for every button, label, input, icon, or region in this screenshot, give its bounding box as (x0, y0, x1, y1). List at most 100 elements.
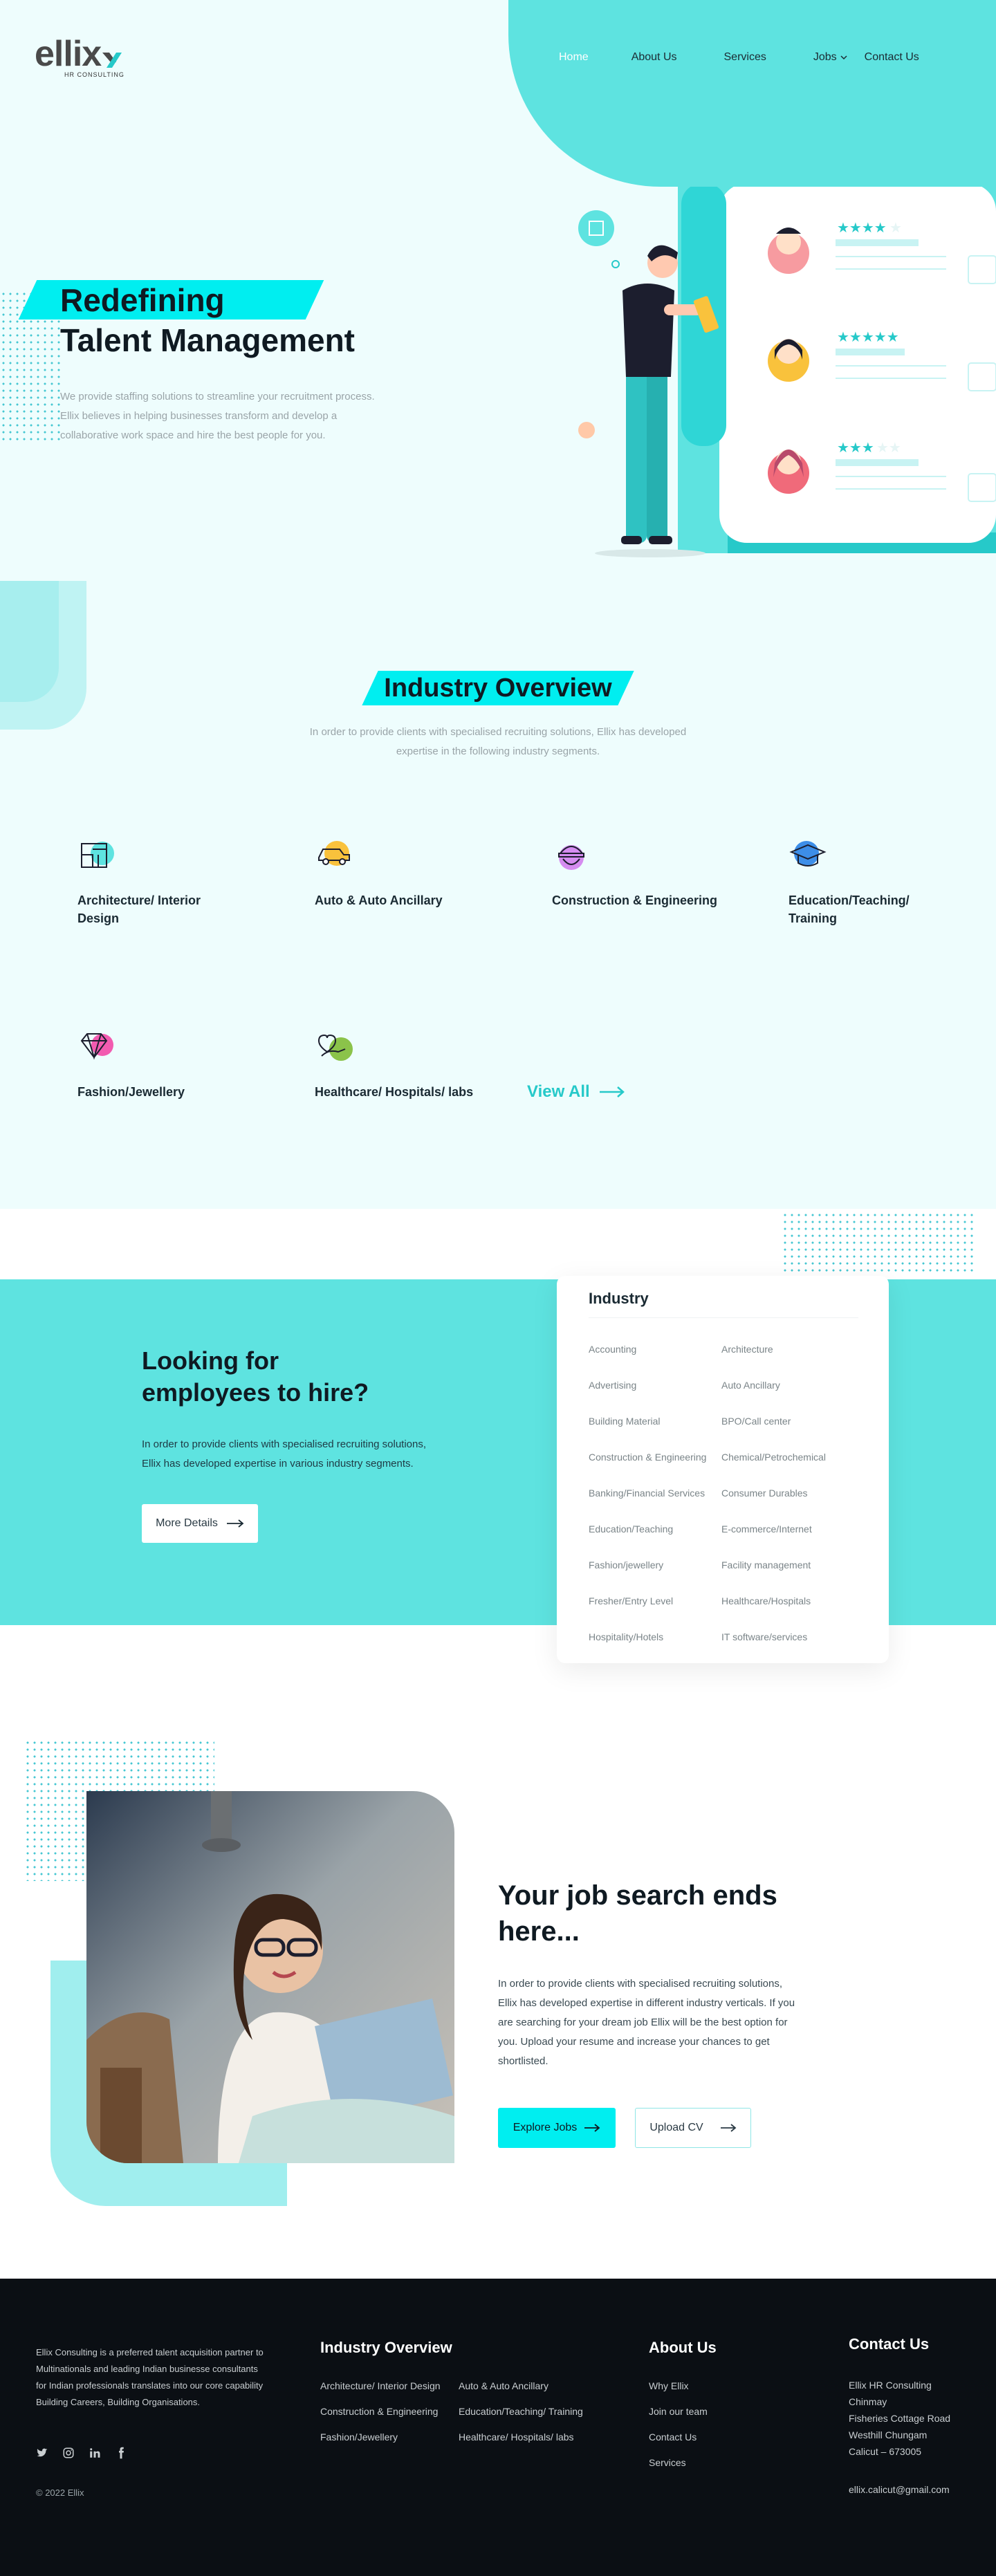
graduation-cap-icon (789, 841, 827, 867)
industry-card-item[interactable]: Education/Teaching (589, 1511, 721, 1547)
industry-card-item[interactable]: Building Material (589, 1403, 721, 1439)
industry-label: Construction & Engineering (552, 893, 718, 907)
address-line: Ellix HR Consulting (849, 2380, 932, 2391)
more-details-button[interactable]: More Details (142, 1504, 258, 1543)
upload-cv-button[interactable]: Upload CV (635, 2108, 751, 2148)
hero-description: We provide staffing solutions to streaml… (60, 391, 375, 441)
dots-pattern (782, 1212, 975, 1275)
industry-card-item[interactable]: Hospitality/Hotels (589, 1619, 721, 1655)
view-all-link[interactable]: View All (527, 1082, 626, 1102)
footer-industry-link[interactable]: Construction & Engineering (320, 2399, 441, 2425)
industry-description: In order to provide clients with special… (309, 726, 687, 757)
upload-cv-label: Upload CV (649, 2122, 703, 2133)
logo-tagline: HR CONSULTING (64, 71, 124, 78)
industry-card-item[interactable]: Auto Ancillary (721, 1367, 860, 1403)
industry-card-item[interactable]: Construction & Engineering (589, 1439, 721, 1475)
car-icon (318, 841, 350, 866)
industry-item[interactable]: Fashion/Jewellery (77, 1028, 243, 1101)
linkedin-icon[interactable] (89, 2447, 101, 2459)
industry-card-item[interactable]: Consumer Durables (721, 1475, 860, 1511)
nav-contact[interactable]: Contact Us (865, 51, 919, 64)
logo[interactable]: ellix (35, 36, 122, 72)
footer-industry-link[interactable]: Education/Teaching/ Training (459, 2399, 583, 2425)
nav-jobs-label[interactable]: Jobs (813, 51, 837, 64)
address-line: Westhill Chungam (849, 2429, 928, 2440)
industry-card-item[interactable]: Banking/Financial Services (589, 1475, 721, 1511)
footer-about-link[interactable]: Contact Us (649, 2425, 708, 2450)
arrow-right-icon (720, 2124, 737, 2132)
instagram-icon[interactable] (62, 2447, 75, 2459)
footer-industry-title: Industry Overview (320, 2339, 452, 2356)
industry-item[interactable]: Construction & Engineering (552, 837, 718, 909)
industry-card-item[interactable]: Advertising (589, 1367, 721, 1403)
header-decoration (508, 0, 996, 187)
footer-email-link[interactable]: ellix.calicut@gmail.com (849, 2481, 950, 2498)
social-links (36, 2447, 127, 2459)
twitter-icon[interactable] (36, 2447, 48, 2459)
hire-title: Looking for employees to hire? (142, 1345, 369, 1409)
address-line: Calicut – 673005 (849, 2446, 922, 2457)
job-search-title: Your job search ends here... (498, 1880, 777, 1947)
hire-title-line2: employees to hire? (142, 1378, 369, 1407)
industry-card: Industry Accounting Architecture Adverti… (557, 1276, 889, 1663)
industry-card-item[interactable]: Facility management (721, 1547, 860, 1583)
heart-hand-icon (317, 1034, 353, 1061)
industry-card-item[interactable]: IT software/services (721, 1619, 860, 1655)
footer: Ellix Consulting is a preferred talent a… (0, 2279, 996, 2576)
facebook-icon[interactable] (115, 2447, 127, 2459)
nav-about[interactable]: About Us (631, 51, 677, 64)
footer-address: Ellix HR Consulting Chinmay Fisheries Co… (849, 2377, 950, 2460)
arrow-right-icon (599, 1086, 625, 1097)
logo-x-mark (102, 53, 122, 68)
copyright: © 2022 Ellix (36, 2487, 84, 2498)
view-all-label: View All (527, 1082, 590, 1101)
diamond-icon (80, 1033, 113, 1060)
industry-card-item[interactable]: E-commerce/Internet (721, 1511, 860, 1547)
svg-text:★★: ★★ (876, 441, 901, 456)
svg-text:★★★★★: ★★★★★ (837, 330, 899, 345)
footer-about-link[interactable]: Why Ellix (649, 2373, 708, 2399)
industry-card-item[interactable]: Chemical/Petrochemical (721, 1439, 860, 1475)
woman-laptop-photo (86, 1791, 454, 2163)
footer-industry-col1: Architecture/ Interior Design Constructi… (320, 2373, 441, 2450)
logo-text: ellix (35, 34, 102, 74)
hire-description: In order to provide clients with special… (142, 1438, 427, 1470)
industry-item[interactable]: Auto & Auto Ancillary (315, 837, 481, 909)
nav-home[interactable]: Home (559, 51, 589, 64)
footer-industry-link[interactable]: Fashion/Jewellery (320, 2425, 441, 2450)
svg-text:★★★★: ★★★★ (837, 221, 887, 236)
arrow-right-icon (226, 1519, 244, 1528)
industry-card-item[interactable]: Healthcare/Hospitals (721, 1583, 860, 1619)
nav-jobs[interactable]: Jobs (813, 51, 848, 64)
footer-about-link[interactable]: Services (649, 2450, 708, 2476)
industry-item[interactable]: Healthcare/ Hospitals/ labs (315, 1028, 481, 1101)
industry-card-item[interactable]: Fresher/Entry Level (589, 1583, 721, 1619)
construction-helmet-icon (558, 845, 584, 870)
industry-item[interactable]: Education/Teaching/ Training (788, 837, 954, 927)
footer-industry-link[interactable]: Architecture/ Interior Design (320, 2373, 441, 2399)
industry-card-item[interactable]: BPO/Call center (721, 1403, 860, 1439)
industry-card-item[interactable]: Fashion/jewellery (589, 1547, 721, 1583)
industry-title: Industry Overview (384, 674, 612, 703)
svg-text:★★★: ★★★ (837, 441, 874, 456)
industry-item[interactable]: Architecture/ Interior Design (77, 837, 243, 927)
industry-card-item[interactable]: Accounting (589, 1331, 721, 1367)
footer-industry-link[interactable]: Auto & Auto Ancillary (459, 2373, 583, 2399)
industry-card-item[interactable]: Architecture (721, 1331, 860, 1367)
footer-about-links: Why Ellix Join our team Contact Us Servi… (649, 2373, 708, 2476)
footer-industry-link[interactable]: Healthcare/ Hospitals/ labs (459, 2425, 583, 2450)
footer-about-title: About Us (649, 2339, 717, 2356)
footer-about-link[interactable]: Join our team (649, 2399, 708, 2425)
blueprint-icon (81, 842, 114, 868)
nav-services[interactable]: Services (724, 51, 766, 64)
industry-label: Auto & Auto Ancillary (315, 893, 443, 907)
svg-text:★: ★ (889, 221, 902, 236)
address-line: Chinmay (849, 2396, 887, 2407)
main-nav: Home About Us Services Jobs Contact Us (559, 51, 919, 64)
explore-jobs-label: Explore Jobs (513, 2122, 578, 2133)
photo-illustration (86, 1791, 454, 2163)
industry-label: Healthcare/ Hospitals/ labs (315, 1085, 474, 1099)
industry-label: Education/Teaching/ Training (788, 893, 910, 925)
explore-jobs-button[interactable]: Explore Jobs (498, 2108, 616, 2148)
hero-title-line1: Redefining (60, 282, 225, 318)
